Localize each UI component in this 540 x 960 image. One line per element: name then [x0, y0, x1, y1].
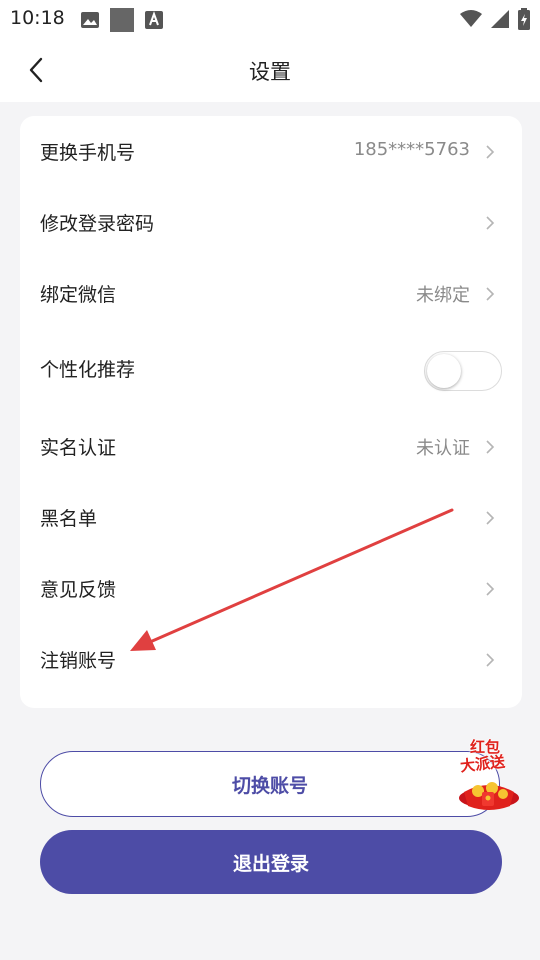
row-label: 绑定微信	[40, 284, 117, 306]
text-a-icon	[145, 11, 163, 29]
chevron-right-icon	[486, 511, 495, 525]
row-label: 个性化推荐	[40, 359, 136, 381]
switch-account-button[interactable]: 切换账号	[40, 751, 500, 817]
signal-icon	[491, 10, 509, 28]
nav-bar: 设置	[0, 38, 540, 102]
chevron-right-icon	[486, 145, 495, 159]
row-blacklist[interactable]: 黑名单	[20, 482, 522, 552]
personalized-recommendation-toggle[interactable]	[424, 351, 502, 391]
status-icons-left	[80, 8, 164, 32]
image-icon	[81, 12, 99, 28]
wifi-icon	[460, 10, 482, 27]
row-real-name-verification[interactable]: 实名认证 未认证	[20, 411, 522, 481]
row-value: 185****5763	[353, 139, 470, 160]
row-label: 注销账号	[40, 650, 117, 672]
row-label: 更换手机号	[40, 142, 136, 164]
row-label: 意见反馈	[40, 579, 117, 601]
status-time: 10:18	[10, 7, 65, 29]
toggle-knob	[427, 354, 461, 388]
page-title: 设置	[249, 60, 291, 84]
chevron-right-icon	[486, 440, 495, 454]
row-value: 未认证	[416, 438, 470, 459]
chevron-right-icon	[486, 287, 495, 301]
row-label: 修改登录密码	[40, 213, 155, 235]
chevron-right-icon	[486, 653, 495, 667]
logout-button[interactable]: 退出登录	[40, 830, 502, 894]
battery-icon	[518, 8, 530, 30]
status-icons-right	[460, 8, 530, 30]
settings-card: 更换手机号 185****5763 修改登录密码 绑定微信 未绑定 个性化推荐 …	[20, 116, 522, 708]
chevron-right-icon	[486, 582, 495, 596]
row-label: 黑名单	[40, 508, 98, 530]
row-delete-account[interactable]: 注销账号	[20, 624, 522, 694]
row-value: 未绑定	[416, 285, 470, 306]
chevron-right-icon	[486, 216, 495, 230]
row-change-phone[interactable]: 更换手机号 185****5763	[20, 116, 522, 186]
row-change-password[interactable]: 修改登录密码	[20, 187, 522, 257]
red-packet-promo-badge[interactable]: 红包 大派送	[456, 736, 522, 814]
row-bind-wechat[interactable]: 绑定微信 未绑定	[20, 258, 522, 328]
row-feedback[interactable]: 意见反馈	[20, 553, 522, 623]
square-icon	[110, 8, 134, 32]
row-label: 实名认证	[40, 437, 117, 459]
status-bar: 10:18	[0, 0, 540, 38]
row-personalized-recommendation: 个性化推荐	[20, 333, 522, 403]
